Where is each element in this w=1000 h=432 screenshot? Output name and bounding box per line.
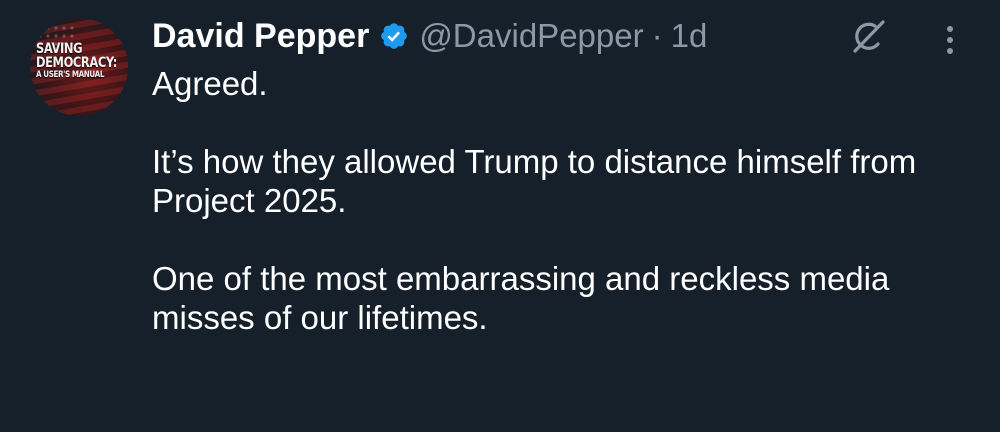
header-separator: ·	[651, 17, 663, 54]
more-options-icon[interactable]	[938, 20, 962, 60]
avatar-book-title: SAVING DEMOCRACY: A USER'S MANUAL	[36, 42, 128, 80]
author-handle[interactable]: @DavidPepper	[419, 17, 643, 55]
verified-badge-icon[interactable]	[379, 21, 409, 51]
tweet-timestamp[interactable]: 1d	[671, 17, 708, 55]
avatar-text-line1: SAVING	[36, 41, 83, 57]
tweet-paragraph: One of the most embarrassing and reckles…	[152, 260, 890, 336]
tweet[interactable]: SAVING DEMOCRACY: A USER'S MANUAL David …	[0, 0, 1000, 432]
author-display-name[interactable]: David Pepper	[152, 17, 369, 56]
avatar[interactable]: SAVING DEMOCRACY: A USER'S MANUAL	[30, 18, 128, 116]
tweet-header: David Pepper @DavidPepper · 1d	[152, 14, 707, 58]
grok-icon[interactable]	[845, 17, 889, 57]
tweet-paragraph: It’s how they allowed Trump to distance …	[152, 143, 917, 219]
avatar-text-line2: DEMOCRACY:	[36, 55, 117, 71]
tweet-text: Agreed. It’s how they allowed Trump to d…	[152, 64, 982, 337]
avatar-text-line3: A USER'S MANUAL	[36, 70, 105, 80]
tweet-paragraph: Agreed.	[152, 65, 268, 102]
